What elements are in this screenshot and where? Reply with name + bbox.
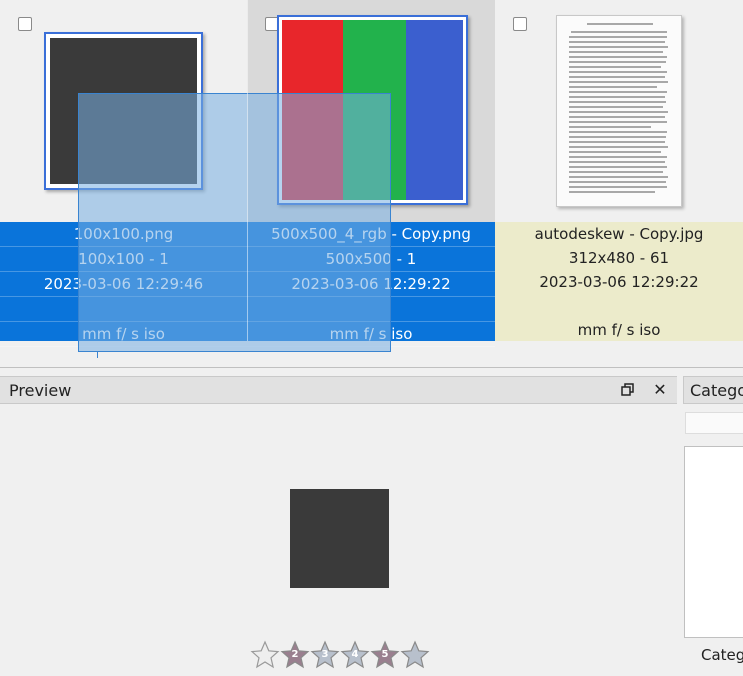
category-search-input[interactable]	[685, 412, 743, 434]
category-list[interactable]	[684, 446, 743, 638]
star-label: 5	[381, 649, 389, 660]
star-rating-5[interactable]: 5	[370, 640, 400, 670]
star-label: 2	[291, 649, 299, 660]
file-name: autodeskew - Copy.jpg	[534, 225, 704, 243]
thumbnail-cell[interactable]: autodeskew - Copy.jpg 312x480 - 61 2023-…	[495, 0, 743, 341]
thumbnail-info: autodeskew - Copy.jpg 312x480 - 61 2023-…	[495, 222, 743, 341]
preview-header: Preview ✕	[0, 376, 677, 404]
category-panel: Catego Categ	[683, 376, 743, 676]
thumbnail-area[interactable]	[495, 0, 743, 222]
splitter[interactable]	[0, 367, 743, 368]
rubber-band-selection	[78, 93, 391, 352]
category-footer: Categ	[701, 646, 743, 664]
file-date: 2023-03-06 12:29:22	[539, 273, 699, 291]
thumbnail-image	[556, 15, 682, 207]
preview-image	[290, 489, 389, 588]
category-title: Catego	[690, 381, 743, 400]
select-checkbox[interactable]	[513, 17, 527, 31]
preview-title: Preview	[9, 381, 72, 400]
select-checkbox[interactable]	[18, 17, 32, 31]
category-header: Catego	[683, 376, 743, 404]
star-rating-1[interactable]: 1	[250, 640, 280, 670]
thumbnail-grid: 100x100.png 100x100 - 1 2023-03-06 12:29…	[0, 0, 743, 358]
document-page-icon	[557, 16, 681, 206]
close-icon[interactable]: ✕	[651, 381, 669, 399]
star-rating-3[interactable]: 3	[310, 640, 340, 670]
preview-panel: Preview ✕ 1 2 3	[0, 376, 677, 676]
exposure-info: mm f/ s iso	[577, 321, 661, 339]
star-label: 3	[321, 649, 329, 660]
restore-window-icon[interactable]	[619, 381, 637, 399]
star-label: 1	[250, 649, 280, 660]
star-rating-4[interactable]: 4	[340, 640, 370, 670]
star-rating-2[interactable]: 2	[280, 640, 310, 670]
cell-divider	[247, 0, 248, 341]
selection-anchor	[97, 352, 98, 358]
star-label: 4	[351, 649, 359, 660]
star-rating-6[interactable]	[400, 640, 430, 670]
star-icon	[400, 640, 430, 669]
dimensions: 312x480 - 61	[568, 249, 670, 267]
